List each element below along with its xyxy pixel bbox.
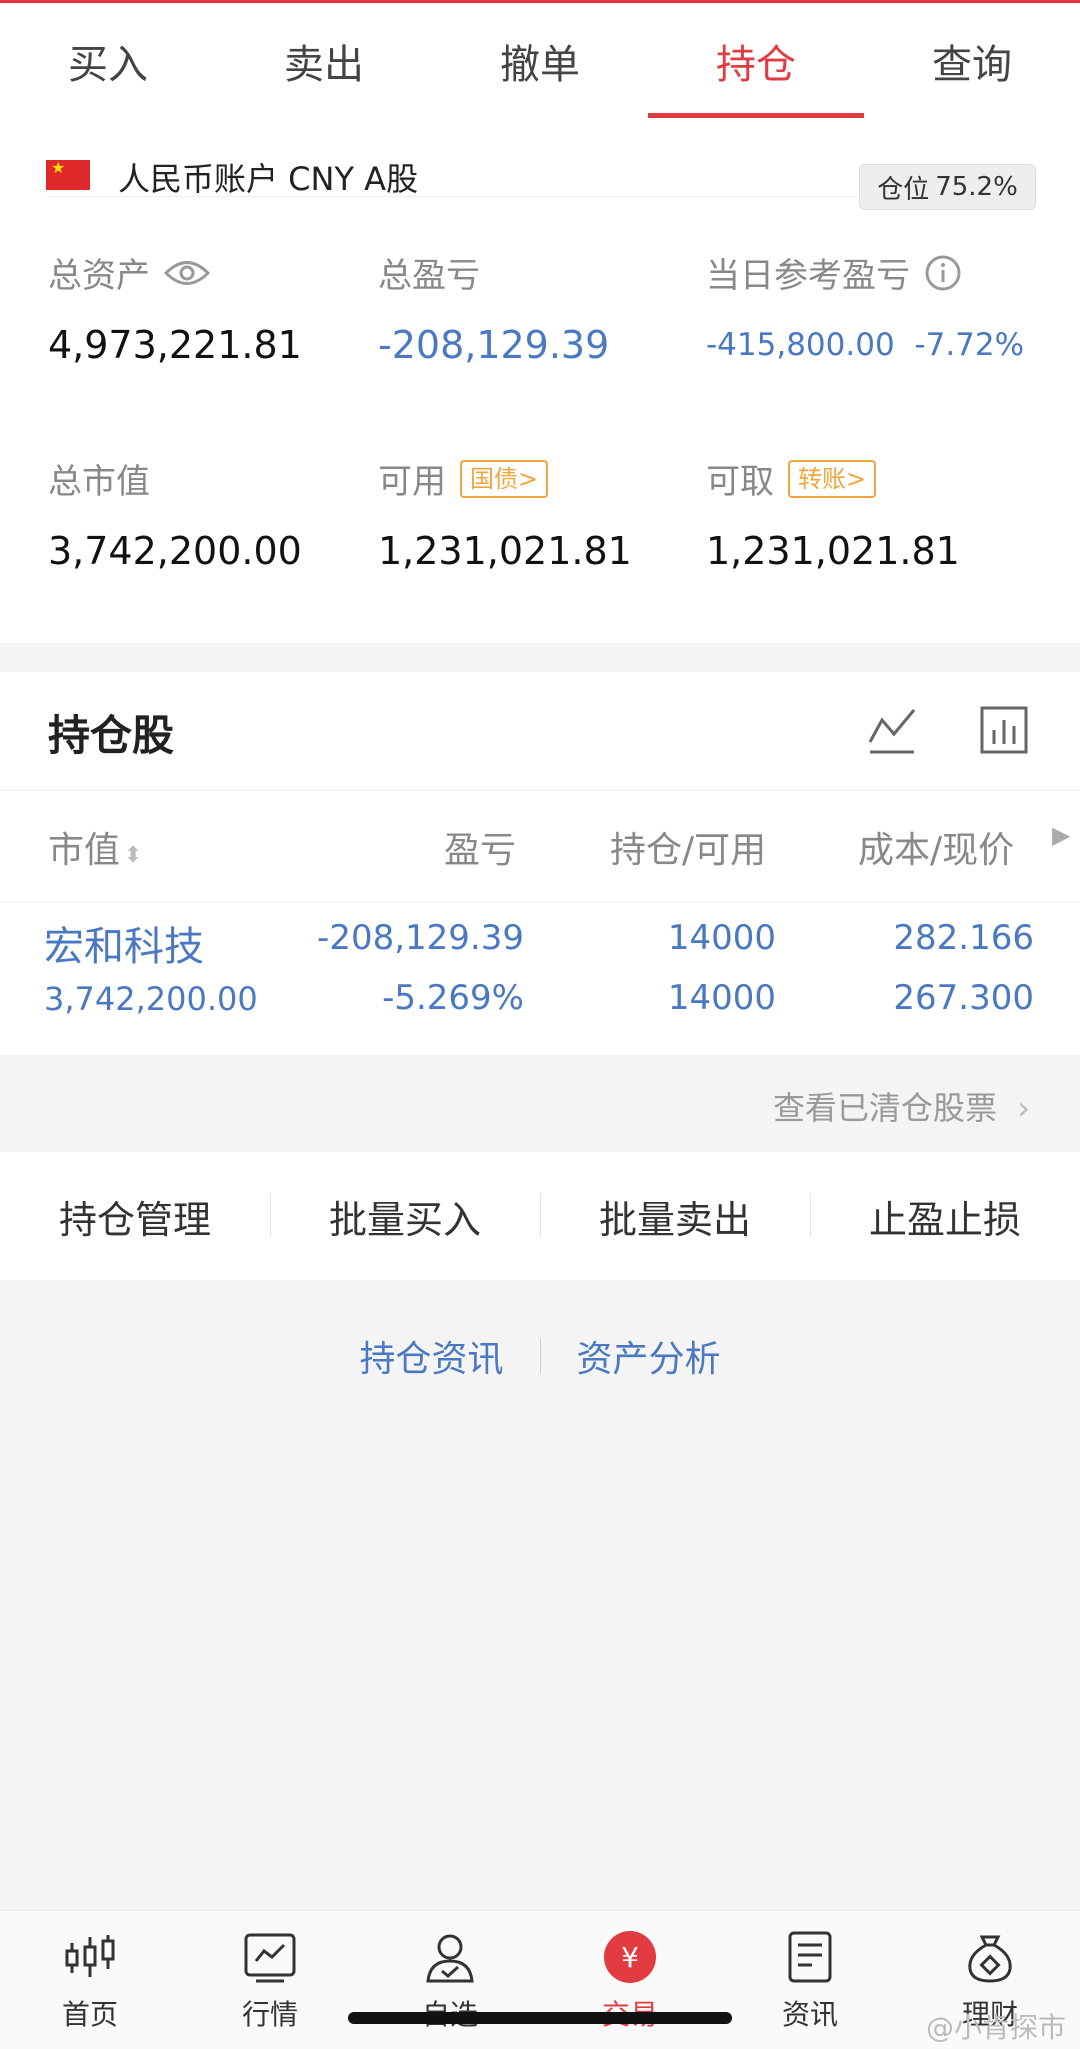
holdings-header: 市值 ⬍ 盈亏 持仓/可用 成本/现价 ▶ <box>0 790 1080 902</box>
asset-analysis-link[interactable]: 资产分析 <box>577 1330 721 1382</box>
transfer-tag-button[interactable]: 转账> <box>788 459 877 498</box>
yuan-coin-icon: ¥ <box>604 1931 656 1983</box>
daily-pnl: 当日参考盈亏 -415,800.00 -7.72% <box>706 248 1066 363</box>
trade-tabs: 买入 卖出 撤单 持仓 查询 <box>0 3 1080 119</box>
batch-buy-button[interactable]: 批量买入 <box>270 1189 540 1244</box>
watermark: @小肯探市 <box>925 2011 1066 2044</box>
candlestick-icon <box>65 1935 115 1977</box>
nav-watchlist[interactable]: 自选 <box>360 1911 540 2049</box>
tab-query[interactable]: 查询 <box>864 3 1080 118</box>
tab-cancel[interactable]: 撤单 <box>432 3 648 118</box>
nav-home[interactable]: 首页 <box>0 1911 180 2049</box>
sort-icon: ⬍ <box>124 843 143 868</box>
bond-tag-button[interactable]: 国债> <box>460 459 549 498</box>
header-pnl: 盈亏 <box>444 830 517 871</box>
money-bag-icon <box>968 1935 1012 1983</box>
market-value: 总市值 3,742,200.00 <box>48 462 302 573</box>
header-cost-price: 成本/现价 <box>858 830 1015 871</box>
holdings-title: 持仓股 <box>48 711 175 760</box>
tab-buy[interactable]: 买入 <box>0 3 216 118</box>
bar-chart-icon[interactable] <box>978 704 1030 756</box>
china-flag-icon: ★ <box>46 158 90 190</box>
withdrawable-funds: 可取 转账> 1,231,021.81 <box>706 454 1026 573</box>
total-pnl: 总盈亏 -208,129.39 <box>378 256 610 367</box>
divider <box>539 1339 541 1373</box>
info-icon[interactable] <box>924 254 962 292</box>
account-line[interactable]: ★ 人民币账户 CNY A股 仓位 75.2% <box>46 136 1036 210</box>
user-check-icon <box>426 1934 474 1983</box>
position-badge[interactable]: 仓位 75.2% <box>859 164 1036 210</box>
chevron-right-icon: › <box>1017 1089 1030 1127</box>
tab-positions[interactable]: 持仓 <box>648 3 864 118</box>
batch-sell-button[interactable]: 批量卖出 <box>540 1189 810 1244</box>
header-position: 持仓/可用 <box>610 830 767 871</box>
take-profit-stop-loss-button[interactable]: 止盈止损 <box>810 1189 1080 1244</box>
total-assets: 总资产 4,973,221.81 <box>48 256 302 367</box>
view-cleared-stocks-link[interactable]: 查看已清仓股票 › <box>773 1083 1030 1129</box>
account-name: 人民币账户 CNY A股 <box>118 160 419 198</box>
eye-icon[interactable] <box>164 258 210 288</box>
available-funds: 可用 国债> 1,231,021.81 <box>378 454 698 573</box>
document-icon <box>788 1931 832 1983</box>
nav-news[interactable]: 资讯 <box>720 1911 900 2049</box>
home-indicator[interactable] <box>348 2012 732 2024</box>
account-card: ★ 人民币账户 CNY A股 仓位 75.2% 总资产 4,973,221.81… <box>0 118 1080 643</box>
position-management-button[interactable]: 持仓管理 <box>0 1189 270 1244</box>
holdings-panel: 持仓股 市值 ⬍ 盈亏 持仓/可用 成本/现价 ▶ 宏和科技 3,742,200.… <box>0 672 1080 1055</box>
nav-market[interactable]: 行情 <box>180 1911 360 2049</box>
scroll-right-icon[interactable]: ▶ <box>1052 821 1070 849</box>
holdings-news-link[interactable]: 持仓资讯 <box>359 1330 503 1382</box>
nav-trade[interactable]: ¥ 交易 <box>540 1911 720 2049</box>
action-bar: 持仓管理 批量买入 批量卖出 止盈止损 <box>0 1152 1080 1280</box>
info-links: 持仓资讯 资产分析 <box>0 1330 1080 1382</box>
bottom-nav: 首页 行情 自选 ¥ 交易 资讯 理财 <box>0 1910 1080 2049</box>
tab-sell[interactable]: 卖出 <box>216 3 432 118</box>
chart-screen-icon <box>244 1933 296 1983</box>
trend-chart-icon[interactable] <box>866 704 918 756</box>
svg-text:¥: ¥ <box>621 1941 639 1974</box>
header-market-value[interactable]: 市值 ⬍ <box>48 821 142 873</box>
